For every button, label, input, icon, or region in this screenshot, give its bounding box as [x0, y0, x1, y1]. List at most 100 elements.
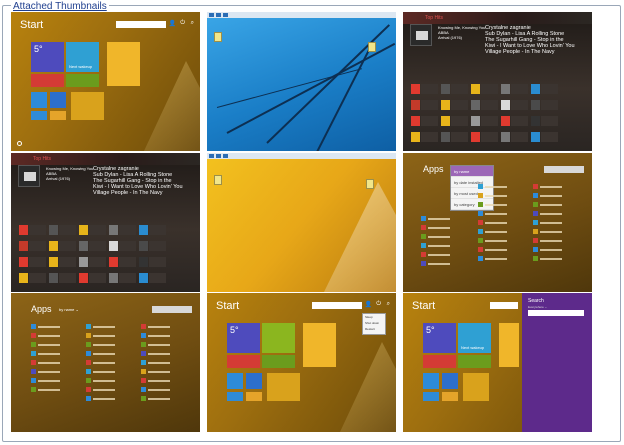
music-row — [411, 100, 558, 110]
tile-large-yellow — [107, 42, 140, 86]
music-row — [411, 84, 558, 94]
desktop-file-icon — [366, 179, 374, 189]
background-wedge — [324, 182, 396, 292]
search-box[interactable] — [544, 166, 584, 173]
power-menu[interactable]: Sleep Shut down Restart — [362, 313, 386, 335]
weather-temp: 5° — [426, 325, 435, 335]
search-icon: ⌕ — [386, 301, 390, 307]
tile-small-blue — [227, 392, 243, 401]
taskbar-button — [209, 154, 214, 158]
weather-tile: 5° — [423, 323, 456, 353]
music-row — [19, 225, 166, 235]
start-title: Start — [412, 300, 436, 312]
user-avatar-icon: 👤 — [364, 302, 372, 308]
cloud-tile — [227, 373, 243, 389]
weather-temp: 5° — [230, 325, 239, 335]
cloud-tile — [31, 92, 47, 108]
tile-large-gold — [71, 92, 104, 120]
search-pane-title: Search — [528, 298, 544, 304]
taskbar-button — [216, 154, 221, 158]
alarm-tile: Next wakeup — [66, 42, 99, 72]
thumbnail-start-power-menu[interactable]: Start 👤 ⏻ ⌕ Sleep Shut down Restart 5° — [207, 293, 396, 432]
music-header: Top Hits — [403, 12, 592, 24]
music-row — [19, 273, 166, 283]
tile-small-orange — [246, 392, 262, 401]
thumbnail-start-screen[interactable]: Start 👤 ⏻ ⌕ 5° Next wakeup — [11, 12, 200, 151]
user-name-box — [312, 302, 362, 309]
ie-tile — [442, 373, 458, 389]
thumbnail-music-app[interactable]: Top Hits Knowing Me, Knowing You ABBA Ar… — [403, 12, 592, 151]
tile-green — [458, 355, 491, 368]
thumbnail-start-search[interactable]: Start 5° Next wakeup Search Everywhere ⌄ — [403, 293, 592, 432]
now-playing-info: Knowing Me, Knowing You ABBA Arrival (19… — [438, 25, 486, 40]
taskbar — [207, 153, 396, 159]
user-name-box — [116, 21, 166, 28]
app-column — [86, 323, 126, 404]
power-icon: ⏻ — [180, 20, 185, 26]
taskbar-button — [209, 13, 214, 17]
music-row — [19, 241, 166, 251]
thumbnail-apps-sort[interactable]: Apps by name by date installed by most u… — [403, 153, 592, 292]
app-column — [478, 183, 518, 264]
weather-temp: 5° — [34, 44, 43, 54]
weather-tile: 5° — [31, 42, 64, 72]
user-avatar-icon: 👤 — [168, 21, 176, 27]
album-art — [18, 165, 40, 187]
thumbnail-blue-desktop[interactable] — [207, 12, 396, 151]
alarm-label: Next wakeup — [69, 64, 93, 69]
sort-option[interactable]: by name — [451, 166, 493, 177]
attached-thumbnails-panel: Attached Thumbnails Start 👤 ⏻ ⌕ 5° Next … — [0, 0, 624, 445]
wallpaper-beam — [226, 42, 396, 134]
background-wedge — [144, 61, 200, 151]
sort-toggle[interactable]: by name ⌄ — [59, 307, 79, 312]
desktop-file-icon — [214, 32, 222, 42]
search-scope-dropdown[interactable]: Everywhere ⌄ — [528, 305, 547, 309]
start-title: Start — [20, 19, 44, 31]
ie-tile — [246, 373, 262, 389]
taskbar — [207, 12, 396, 18]
music-row — [411, 116, 558, 126]
taskbar-button — [216, 13, 221, 17]
alarm-label: Next wakeup — [461, 345, 485, 350]
taskbar-button — [223, 13, 228, 17]
desktop-file-icon — [214, 175, 222, 185]
search-box[interactable] — [152, 306, 192, 313]
thumbnail-apps-by-name[interactable]: Apps by name ⌄ — [11, 293, 200, 432]
tile-large-gold — [267, 373, 300, 401]
track-list: Crystalne zagranie Sub Dylan - Lisa A Ro… — [485, 25, 575, 55]
thumbnail-gold-desktop[interactable] — [207, 153, 396, 292]
search-input[interactable] — [528, 310, 584, 316]
album-art — [410, 24, 432, 46]
music-row — [19, 257, 166, 267]
start-title: Start — [216, 300, 240, 312]
photos-tile — [262, 323, 295, 353]
background-wedge — [340, 342, 396, 432]
tile-small-blue — [31, 111, 47, 120]
tile-red — [31, 74, 64, 87]
all-apps-arrow-icon — [17, 141, 22, 146]
app-column — [31, 323, 71, 395]
cloud-tile — [423, 373, 439, 389]
search-pane: Search Everywhere ⌄ — [522, 293, 592, 432]
tile-large-gold — [463, 373, 489, 401]
tile-red — [423, 355, 456, 368]
wallpaper-beam — [316, 44, 373, 151]
ie-tile — [50, 92, 66, 108]
apps-title: Apps — [423, 164, 444, 174]
thumbnail-music-app-alt[interactable]: Top Hits Knowing Me, Knowing You ABBA Ar… — [11, 153, 200, 292]
music-row — [411, 132, 558, 142]
music-header: Top Hits — [11, 153, 200, 165]
now-playing-info: Knowing Me, Knowing You ABBA Arrival (19… — [46, 166, 94, 181]
tile-green — [66, 74, 99, 87]
power-icon[interactable]: ⏻ — [376, 301, 381, 308]
app-column — [141, 323, 181, 404]
menu-item-restart[interactable]: Restart — [363, 326, 385, 332]
app-column — [533, 183, 573, 264]
search-icon: ⌕ — [190, 20, 194, 26]
track-list: Crystalne zagranie Sub Dylan - Lisa A Ro… — [93, 166, 183, 196]
thumbnails-legend[interactable]: Attached Thumbnails — [11, 2, 109, 12]
music-breadcrumb: Top Hits — [425, 15, 444, 21]
weather-tile: 5° — [227, 323, 260, 353]
tile-green — [262, 355, 295, 368]
tile-small-orange — [50, 111, 66, 120]
